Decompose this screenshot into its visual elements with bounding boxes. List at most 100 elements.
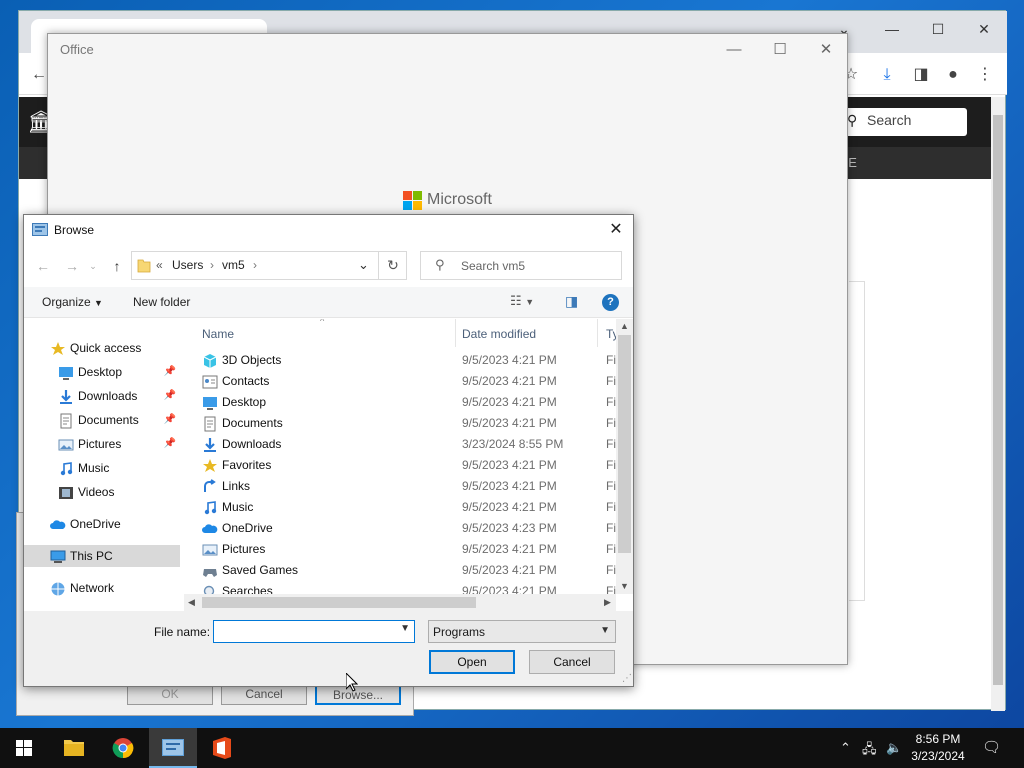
forward-arrow-icon[interactable]: → bbox=[61, 255, 83, 277]
side-panel-icon[interactable]: ◨ bbox=[909, 63, 933, 87]
logo-square-yellow bbox=[413, 201, 422, 210]
file-row[interactable]: 3D Objects 9/5/2023 4:21 PM Fi bbox=[200, 350, 620, 371]
open-button[interactable]: Open bbox=[429, 650, 515, 674]
new-folder-button[interactable]: New folder bbox=[133, 295, 190, 309]
start-button[interactable] bbox=[0, 728, 48, 768]
minimize-icon[interactable]: — bbox=[877, 17, 907, 41]
nav-item-label: Quick access bbox=[70, 341, 142, 355]
nav-item-label: Network bbox=[70, 581, 115, 595]
vertical-scroll-thumb[interactable] bbox=[618, 335, 631, 553]
nav-item-onedrive[interactable]: OneDrive bbox=[24, 513, 180, 535]
column-separator[interactable] bbox=[455, 319, 456, 347]
scroll-right-icon[interactable]: ▶ bbox=[604, 597, 611, 608]
file-row[interactable]: Desktop 9/5/2023 4:21 PM Fi bbox=[200, 392, 620, 413]
column-header-name[interactable]: Name bbox=[202, 327, 234, 341]
chevron-up-icon[interactable]: ⌃ bbox=[840, 740, 851, 756]
pin-icon[interactable]: 📌 bbox=[164, 409, 176, 431]
maximize-icon[interactable]: ☐ bbox=[760, 38, 800, 62]
back-arrow-icon[interactable]: ← bbox=[32, 255, 54, 277]
nav-item-pictures[interactable]: Pictures 📌 bbox=[24, 433, 180, 455]
pictures-icon bbox=[202, 542, 218, 557]
taskbar-file-explorer[interactable] bbox=[50, 728, 98, 768]
file-row[interactable]: Documents 9/5/2023 4:21 PM Fi bbox=[200, 413, 620, 434]
organize-button[interactable]: Organize ▼ bbox=[42, 295, 103, 309]
scroll-up-icon[interactable]: ▲ bbox=[620, 321, 629, 331]
address-bar[interactable]: « Users › vm5 › ⌄ bbox=[131, 251, 407, 280]
nav-item-label: Videos bbox=[78, 485, 115, 499]
horizontal-scroll-thumb[interactable] bbox=[202, 597, 476, 608]
file-name: Documents bbox=[222, 416, 283, 430]
nav-item-videos[interactable]: Videos bbox=[24, 481, 180, 503]
view-options-icon[interactable]: ☷ ▼ bbox=[510, 293, 534, 309]
file-date: 9/5/2023 4:21 PM bbox=[462, 416, 557, 430]
file-row[interactable]: Favorites 9/5/2023 4:21 PM Fi bbox=[200, 455, 620, 476]
chevron-down-icon[interactable]: ▼ bbox=[400, 623, 410, 634]
download-icon[interactable]: ⤓ bbox=[875, 63, 899, 87]
close-icon[interactable]: ✕ bbox=[969, 17, 999, 41]
volume-muted-icon[interactable]: 🔈 bbox=[886, 740, 902, 756]
chevron-right-icon[interactable]: › bbox=[253, 258, 257, 272]
minimize-icon[interactable]: — bbox=[714, 38, 754, 62]
network-status-icon[interactable]: 🖧 bbox=[862, 740, 877, 762]
file-name: Saved Games bbox=[222, 563, 299, 577]
file-name-input[interactable]: ▼ bbox=[213, 620, 415, 643]
star-icon bbox=[202, 458, 218, 473]
maximize-icon[interactable]: ☐ bbox=[923, 17, 953, 41]
onedrive-icon bbox=[202, 521, 218, 536]
file-row[interactable]: OneDrive 9/5/2023 4:23 PM Fi bbox=[200, 518, 620, 539]
desktop-icon bbox=[58, 365, 74, 380]
chevron-right-icon[interactable]: › bbox=[210, 258, 214, 272]
kebab-menu-icon[interactable]: ⋮ bbox=[973, 63, 997, 87]
refresh-icon[interactable]: ↻ bbox=[378, 251, 407, 280]
file-row[interactable]: Downloads 3/23/2024 8:55 PM Fi bbox=[200, 434, 620, 455]
recent-dropdown-icon[interactable]: ⌄ bbox=[86, 255, 100, 277]
pin-icon[interactable]: 📌 bbox=[164, 361, 176, 383]
nav-item-quick-access[interactable]: Quick access bbox=[24, 337, 180, 359]
up-arrow-icon[interactable]: ↑ bbox=[106, 255, 128, 277]
search-input[interactable]: ⚲ Search vm5 bbox=[420, 251, 622, 280]
documents-icon bbox=[202, 416, 218, 432]
videos-icon bbox=[58, 485, 74, 499]
breadcrumb-users[interactable]: Users bbox=[172, 258, 203, 272]
file-date: 9/5/2023 4:21 PM bbox=[462, 374, 557, 388]
help-icon[interactable]: ? bbox=[602, 294, 619, 311]
notification-icon[interactable]: 🗨 bbox=[982, 738, 1001, 756]
taskbar-office[interactable] bbox=[198, 728, 246, 768]
file-row[interactable]: Contacts 9/5/2023 4:21 PM Fi bbox=[200, 371, 620, 392]
file-row[interactable]: Pictures 9/5/2023 4:21 PM Fi bbox=[200, 539, 620, 560]
nav-item-desktop[interactable]: Desktop 📌 bbox=[24, 361, 180, 383]
vertical-scrollbar[interactable]: ▲ ▼ bbox=[616, 319, 633, 594]
column-header-date[interactable]: Date modified bbox=[462, 327, 536, 341]
column-separator[interactable] bbox=[597, 319, 598, 347]
nav-item-network[interactable]: Network bbox=[24, 577, 180, 599]
breadcrumb-vm5[interactable]: vm5 bbox=[222, 258, 245, 272]
taskbar-clock[interactable]: 8:56 PM 3/23/2024 bbox=[906, 731, 970, 765]
nav-item-documents[interactable]: Documents 📌 bbox=[24, 409, 180, 431]
chrome-scrollbar[interactable] bbox=[991, 97, 1005, 711]
file-row[interactable]: Links 9/5/2023 4:21 PM Fi bbox=[200, 476, 620, 497]
close-icon[interactable]: ✕ bbox=[604, 219, 628, 241]
chrome-scroll-thumb[interactable] bbox=[993, 115, 1003, 685]
pin-icon[interactable]: 📌 bbox=[164, 385, 176, 407]
taskbar-browse-dialog[interactable] bbox=[149, 728, 197, 768]
profile-icon[interactable]: ● bbox=[941, 63, 965, 87]
taskbar-chrome[interactable] bbox=[99, 728, 147, 768]
scroll-left-icon[interactable]: ◀ bbox=[188, 597, 195, 608]
file-row[interactable]: Searches 9/5/2023 4:21 PM Fi bbox=[200, 581, 620, 594]
site-search-box[interactable]: ⚲ Search bbox=[841, 108, 967, 136]
chevron-down-icon[interactable]: ⌄ bbox=[358, 257, 369, 273]
file-row[interactable]: Music 9/5/2023 4:21 PM Fi bbox=[200, 497, 620, 518]
resize-grip-icon[interactable]: ⋰ bbox=[622, 673, 632, 684]
cancel-button[interactable]: Cancel bbox=[529, 650, 615, 674]
nav-item-this-pc[interactable]: This PC bbox=[24, 545, 180, 567]
address-overflow[interactable]: « bbox=[156, 258, 163, 272]
scroll-down-icon[interactable]: ▼ bbox=[620, 581, 629, 591]
nav-item-downloads[interactable]: Downloads 📌 bbox=[24, 385, 180, 407]
horizontal-scrollbar[interactable]: ◀ ▶ bbox=[184, 594, 616, 611]
preview-pane-icon[interactable]: ◨ bbox=[565, 293, 578, 310]
nav-item-music[interactable]: Music bbox=[24, 457, 180, 479]
close-icon[interactable]: ✕ bbox=[806, 38, 846, 62]
file-type-select[interactable]: Programs ▼ bbox=[428, 620, 616, 643]
file-row[interactable]: Saved Games 9/5/2023 4:21 PM Fi bbox=[200, 560, 620, 581]
pin-icon[interactable]: 📌 bbox=[164, 433, 176, 455]
